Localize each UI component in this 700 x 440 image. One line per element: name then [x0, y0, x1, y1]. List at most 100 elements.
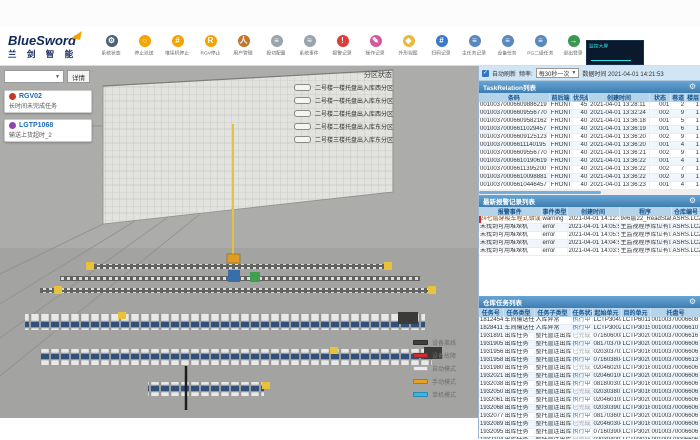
table-header: 报警事件事件类型创建时间程序仓库编号: [479, 207, 700, 216]
toolbar-alarm-records[interactable]: !报警记录: [326, 35, 359, 57]
task-table-hscrollbar[interactable]: [479, 190, 700, 195]
table-row[interactable]: 1931958出库任务整托直连出库执行中0716038042LCTP302000…: [479, 357, 700, 365]
table-cell: 已完成: [571, 349, 592, 357]
table-cell: 00100370006606: [650, 365, 700, 373]
system-events-icon: ≡: [304, 35, 316, 47]
toolbar-rgv-stop[interactable]: RRGV停止: [194, 35, 227, 57]
toolbar-switch-config[interactable]: ≡投切配置: [260, 35, 293, 57]
zone-toggle[interactable]: [294, 84, 311, 91]
table-row[interactable]: 1931905出库任务整托直连出库执行中0817037061LCTP302000…: [479, 341, 700, 349]
table-cell: 1: [686, 126, 700, 134]
table-row[interactable]: 未找到可用堆垛机error2021-04-01 14:05:56主监视程序库位有…: [479, 232, 700, 240]
toolbar-system-events[interactable]: ≡系统事件: [293, 35, 326, 57]
table-row[interactable]: 1932050出库任务整托直连出库已完成0203038011LCTP301600…: [479, 389, 700, 397]
table-row[interactable]: 1931980出库任务整托直连出库已完成0204602081LCTP301600…: [479, 365, 700, 373]
zone-item-3[interactable]: 二号楼二楼托盘出入库西分区: [294, 109, 462, 118]
data-timestamp: 数据时间 2021-04-01 14:21:53: [582, 69, 663, 78]
auto-refresh-checkbox[interactable]: ✓: [482, 70, 489, 77]
table-row[interactable]: 1932095出库任务整托直连出库执行中0716039062LCTP302000…: [479, 429, 700, 437]
legend-color-chip: [413, 366, 428, 371]
table-row[interactable]: 00100370006609582162FRONT402021-04-01 13…: [479, 118, 700, 126]
table-cell: 00100370006609582162: [479, 118, 549, 126]
table-row[interactable]: 1932061出库任务整托直连出库执行中0204601082LCTP302000…: [479, 397, 700, 405]
table-cell: 2021-04-01 14:04:56: [567, 240, 619, 248]
table-cell: 6: [671, 126, 686, 134]
table-cell: FRONT: [549, 182, 571, 190]
toolbar-user-manage[interactable]: 人用户管理: [227, 35, 260, 57]
table-row[interactable]: 1932077出库任务整托直连出库执行中0817036051LCTP302000…: [479, 413, 700, 421]
device-select[interactable]: ▼: [4, 70, 64, 83]
table-cell: LCTP3016: [621, 349, 650, 357]
table-row[interactable]: 00100370006609556770FRONT402021-04-01 13…: [479, 150, 700, 158]
zone-item-1[interactable]: 二号楼一楼托盘出入库西分区: [294, 83, 462, 92]
table-row[interactable]: 1931956出库任务整托直连出库已完成0203037022LCTP301600…: [479, 349, 700, 357]
zone-toggle[interactable]: [294, 136, 311, 143]
gear-icon[interactable]: ⚙: [689, 297, 696, 307]
table-row[interactable]: 未找到可用堆垛机error2021-04-01 14:04:56主监视程序库位有…: [479, 240, 700, 248]
table-row[interactable]: 1932038出库任务整托直连出库执行中0818003032LCTP301600…: [479, 381, 700, 389]
table-cell: 出库任务: [503, 357, 534, 365]
table-cell: 00100370006610098881: [479, 174, 549, 182]
toolbar-device-tasks[interactable]: ≡设备任务: [491, 35, 524, 57]
toolbar-system-status[interactable]: ⚙系统状态: [95, 35, 128, 57]
table-cell: 0203037022: [592, 349, 621, 357]
scan-records-icon: #: [436, 35, 448, 47]
device-alert-card[interactable]: LGTP1068输送上货超时_2: [4, 119, 92, 142]
table-row[interactable]: 1931891出库任务整托直连出库已完成0716060082LCTP302000…: [479, 333, 700, 341]
toolbar-pg-sub-tasks[interactable]: ≡PG二级任务: [524, 35, 557, 57]
toolbar-stop-dispatch[interactable]: ○停止派送: [128, 35, 161, 57]
toolbar-stacker-stop[interactable]: #堆垛机停止: [161, 35, 194, 57]
alert-device-id: RGV02: [9, 93, 87, 100]
table-row[interactable]: 00100370006609125123FRONT402021-04-01 13…: [479, 134, 700, 142]
frequency-select[interactable]: 每30秒一次 ▼: [536, 68, 580, 78]
table-row[interactable]: 00100370006609886219FRONT452021-04-01 13…: [479, 102, 700, 110]
table-row[interactable]: 1932068出库任务整托直连出库已完成0203039021LCTP301600…: [479, 405, 700, 413]
table-cell: 已完成: [571, 405, 592, 413]
table-row[interactable]: 00100370006611395200FRONT402021-04-01 13…: [479, 166, 700, 174]
toolbar-main-task-log[interactable]: ≡主任务记录: [458, 35, 491, 57]
table-row[interactable]: 1932104出库任务整托直连出库已完成0203040011LCTP301600…: [479, 437, 700, 440]
detail-button[interactable]: 详情: [67, 70, 90, 83]
table-row[interactable]: 00100370006611029457FRONT402021-04-01 13…: [479, 126, 700, 134]
table-row[interactable]: 1828411车间输送任务入库异常执行中LCTP3002LCTP30150010…: [479, 325, 700, 333]
alert-device-id: LGTP1068: [9, 122, 87, 129]
toolbar-scan-records[interactable]: #扫码记录: [425, 35, 458, 57]
table-row[interactable]: 00100370006610190619FRONT402021-04-01 13…: [479, 158, 700, 166]
table-cell: 执行中: [571, 429, 592, 437]
warehouse-viewport[interactable]: ▼ 详情 RGV02长时间未完成任务LGTP1068输送上货超时_2 分区状态 …: [0, 66, 478, 439]
toolbar-operation-log[interactable]: ✎操作记录: [359, 35, 392, 57]
monitor-minimap[interactable]: 监控大屏: [586, 40, 644, 65]
table-row[interactable]: 未找到可用堆垛机error2021-04-01 14:03:56主监视程序库位有…: [479, 248, 700, 256]
table-cell: 1: [686, 102, 700, 110]
table-cell: 主监视程序库位有请求: [619, 232, 671, 240]
table-cell: 1931980: [479, 365, 503, 373]
zone-item-4[interactable]: 二号楼二楼托盘出入库东分区: [294, 122, 462, 131]
table-body: 00100370006609886219FRONT452021-04-01 13…: [479, 102, 700, 190]
table-row[interactable]: 未找到可用堆垛机error2021-04-01 14:05:57主监视程序库位有…: [479, 224, 700, 232]
table-row[interactable]: 1932089出库任务整托直连出库已完成0204603042LCTP301600…: [479, 421, 700, 429]
zone-label: 二号楼三楼托盘出入库东分区: [315, 135, 393, 144]
zone-toggle[interactable]: [294, 97, 311, 104]
table-row[interactable]: 1812454车间输送任务入库异常执行中LCTP3049LCTP60110010…: [479, 317, 700, 325]
toolbar-label: 报警记录: [333, 49, 352, 56]
gear-icon[interactable]: ⚙: [689, 196, 696, 206]
legend-color-chip: [413, 340, 428, 345]
table-cell: 40: [572, 166, 589, 174]
zone-toggle[interactable]: [294, 110, 311, 117]
zone-item-2[interactable]: 二号楼一楼托盘出入库东分区: [294, 96, 462, 105]
gear-icon[interactable]: ⚙: [689, 82, 696, 92]
table-row[interactable]: 00100370006609556770FRONT402021-04-01 13…: [479, 110, 700, 118]
table-row[interactable]: 1932021出库任务整托直连出库执行中0204601062LCTP302000…: [479, 373, 700, 381]
table-body: 1812454车间输送任务入库异常执行中LCTP3049LCTP60110010…: [479, 317, 700, 439]
device-alert-card[interactable]: RGV02长时间未完成任务: [4, 90, 92, 113]
table-row[interactable]: 00100370006611140195FRONT402021-04-01 13…: [479, 142, 700, 150]
scrollbar-thumb[interactable]: [479, 191, 601, 194]
table-row[interactable]: 00100370006610098881FRONT402021-04-01 13…: [479, 174, 700, 182]
legend-item: 自动模式: [413, 364, 456, 373]
zone-label: 二号楼二楼托盘出入库西分区: [315, 109, 393, 118]
zone-item-5[interactable]: 二号楼三楼托盘出入库东分区: [294, 135, 462, 144]
toolbar-outline-view[interactable]: ◆外形视图: [392, 35, 425, 57]
zone-toggle[interactable]: [294, 123, 311, 130]
table-row[interactable]: 2#七层穿梭车程式错误,无法长度warning2021-04-01 14:12:…: [479, 216, 700, 224]
table-row[interactable]: 00100370006610446457FRONT402021-04-01 13…: [479, 182, 700, 190]
